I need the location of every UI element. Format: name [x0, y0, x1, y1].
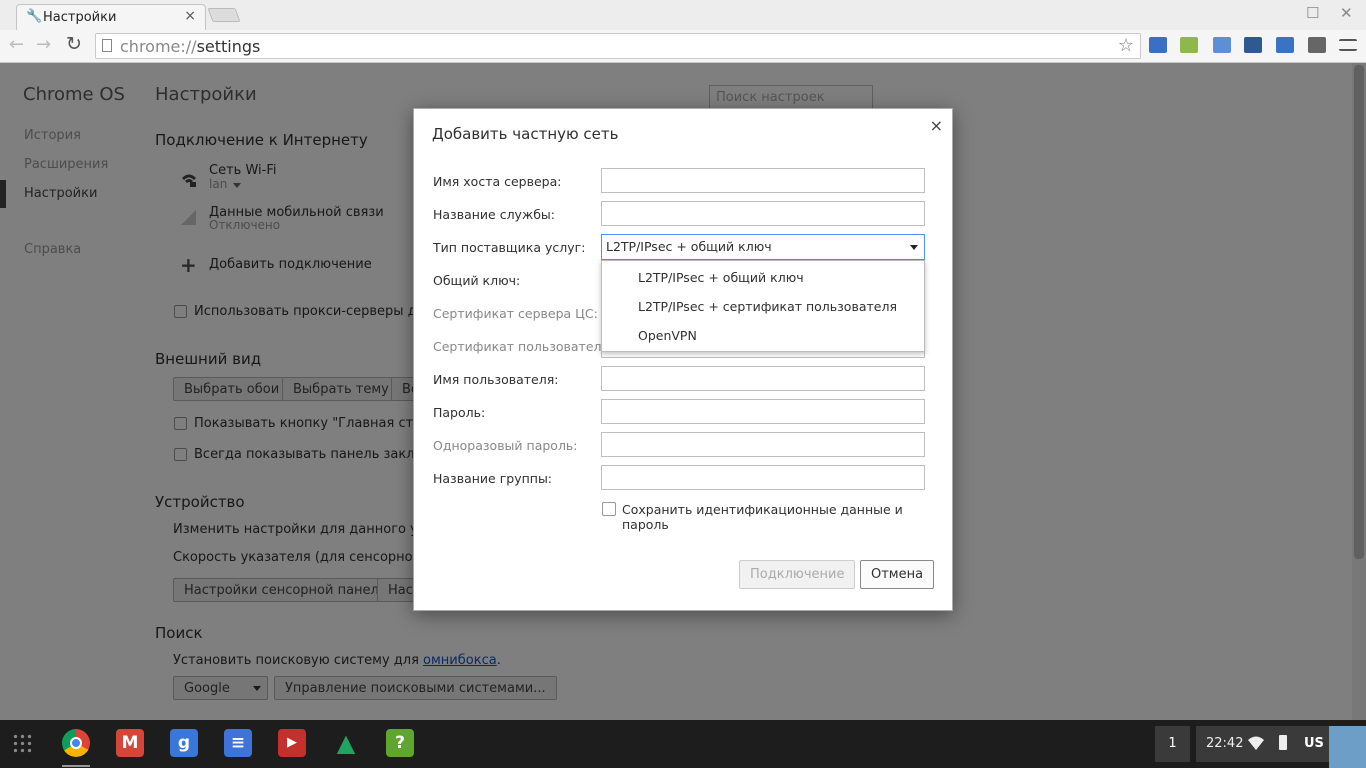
google-search-app-icon[interactable]: g: [170, 729, 198, 757]
notification-count[interactable]: 1: [1155, 726, 1190, 762]
username-input[interactable]: [601, 366, 925, 391]
reload-icon[interactable]: ↻: [66, 33, 82, 55]
tab-close-icon[interactable]: ×: [184, 8, 196, 24]
chrome-center: [70, 737, 82, 749]
save-credentials-label: Сохранить идентификационные данные и пар…: [622, 502, 903, 532]
forward-arrow-icon[interactable]: →: [36, 34, 51, 55]
provider-option-user-cert[interactable]: L2TP/IPsec + сертификат пользователя: [638, 299, 897, 314]
save-credentials-checkbox[interactable]: [602, 502, 616, 516]
new-tab-button[interactable]: [207, 8, 241, 22]
otp-label: Одноразовый пароль:: [433, 438, 578, 453]
password-input[interactable]: [601, 399, 925, 424]
close-window-icon[interactable]: ✕: [1340, 4, 1353, 22]
shelf: M g ≡ ▶ ▲ ? 1 22:42 US: [0, 720, 1366, 768]
gmail-app-icon[interactable]: M: [116, 729, 144, 757]
help-app-icon[interactable]: ?: [386, 729, 414, 757]
group-name-input[interactable]: [601, 465, 925, 490]
otp-input[interactable]: [601, 432, 925, 457]
connect-button[interactable]: Подключение: [739, 560, 856, 589]
user-avatar[interactable]: [1329, 726, 1366, 768]
running-indicator: [62, 765, 90, 767]
app-launcher-icon[interactable]: [12, 733, 32, 753]
omnibox[interactable]: chrome://settings ☆: [95, 33, 1141, 59]
wrench-icon: 🔧: [26, 9, 43, 24]
omnibox-url: chrome://settings: [120, 37, 260, 56]
url-path: settings: [196, 37, 261, 56]
shared-key-label: Общий ключ:: [433, 273, 521, 288]
translate-extension-icon[interactable]: [1149, 37, 1167, 53]
chevron-down-icon: [910, 245, 918, 250]
save-extension-icon[interactable]: [1213, 37, 1231, 53]
youtube-app-icon[interactable]: ▶: [278, 729, 306, 757]
service-name-label: Название службы:: [433, 207, 556, 222]
browser-toolbar: ← → ↻ chrome://settings ☆: [0, 30, 1366, 63]
ca-cert-label: Сертификат сервера ЦС:: [433, 306, 598, 321]
server-host-input[interactable]: [601, 168, 925, 193]
provider-type-label: Тип поставщика услуг:: [433, 240, 586, 255]
download-extension-icon[interactable]: [1244, 37, 1262, 53]
bookmark-star-icon[interactable]: ☆: [1118, 35, 1134, 56]
ime-indicator[interactable]: US: [1304, 736, 1324, 751]
restore-window-icon[interactable]: ☐: [1306, 4, 1319, 22]
service-name-input[interactable]: [601, 201, 925, 226]
add-vpn-dialog: Добавить частную сеть × Имя хоста сервер…: [413, 108, 953, 611]
menu-icon[interactable]: [1339, 39, 1357, 51]
chrome-app-icon[interactable]: [62, 729, 90, 757]
maps-extension-icon[interactable]: [1180, 37, 1198, 53]
cast-icon[interactable]: [1308, 37, 1326, 53]
drive-app-icon[interactable]: ▲: [332, 729, 360, 757]
dialog-close-icon[interactable]: ×: [930, 116, 943, 135]
docs-app-icon[interactable]: ≡: [224, 729, 252, 757]
tab-settings[interactable]: 🔧 Настройки ×: [16, 4, 206, 30]
user-cert-label: Сертификат пользователя:: [433, 339, 614, 354]
username-label: Имя пользователя:: [433, 372, 559, 387]
provider-type-dropdown: L2TP/IPsec + общий ключ L2TP/IPsec + сер…: [601, 260, 925, 352]
dialog-title: Добавить частную сеть: [432, 125, 619, 143]
password-label: Пароль:: [433, 405, 486, 420]
back-arrow-icon[interactable]: ←: [9, 34, 24, 55]
battery-icon: [1279, 735, 1287, 750]
tab-title: Настройки: [43, 10, 117, 25]
provider-type-select[interactable]: L2TP/IPsec + общий ключ: [601, 234, 925, 260]
clock[interactable]: 22:42: [1206, 736, 1243, 751]
wifi-icon: [1248, 736, 1264, 750]
group-name-label: Название группы:: [433, 471, 553, 486]
provider-option-psk[interactable]: L2TP/IPsec + общий ключ: [638, 270, 804, 285]
title-bar: 🔧 Настройки × ☐ ✕: [0, 0, 1366, 30]
url-scheme: chrome://: [120, 37, 197, 56]
page-icon: [102, 39, 112, 52]
server-host-label: Имя хоста сервера:: [433, 174, 562, 189]
provider-type-value: L2TP/IPsec + общий ключ: [606, 239, 772, 254]
cancel-button[interactable]: Отмена: [860, 560, 935, 589]
screenshot-extension-icon[interactable]: [1276, 37, 1294, 53]
provider-option-openvpn[interactable]: OpenVPN: [638, 328, 697, 343]
